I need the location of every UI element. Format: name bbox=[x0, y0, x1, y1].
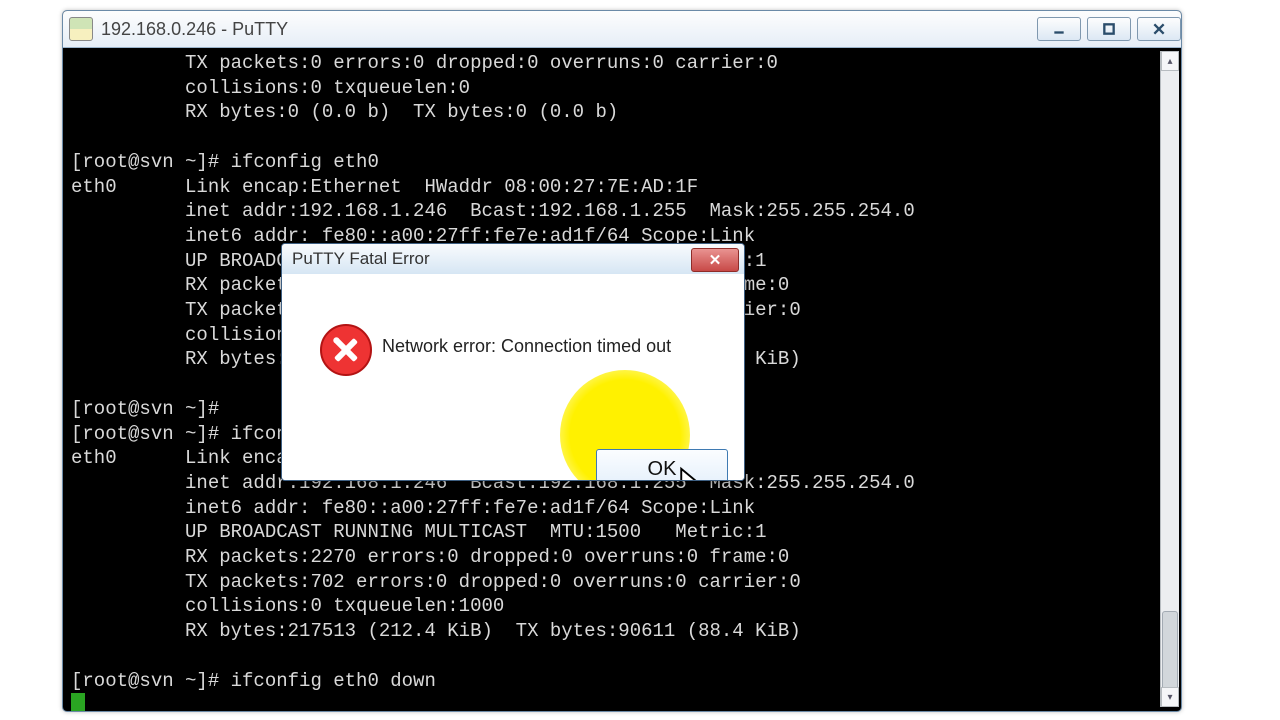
dialog-message: Network error: Connection timed out bbox=[382, 336, 671, 357]
scroll-up-arrow[interactable]: ▴ bbox=[1161, 51, 1179, 71]
close-button[interactable] bbox=[1137, 17, 1181, 41]
maximize-button[interactable] bbox=[1087, 17, 1131, 41]
fatal-error-dialog: PuTTY Fatal Error ✕ Network error: Conne… bbox=[281, 243, 745, 481]
minimize-button[interactable] bbox=[1037, 17, 1081, 41]
ok-button-label: OK bbox=[648, 458, 677, 481]
error-icon bbox=[320, 324, 372, 376]
putty-main-window: 192.168.0.246 - PuTTY TX packets:0 error… bbox=[62, 10, 1182, 712]
titlebar[interactable]: 192.168.0.246 - PuTTY bbox=[63, 11, 1182, 48]
scrollbar[interactable]: ▴ ▾ bbox=[1160, 51, 1179, 707]
putty-icon bbox=[69, 17, 93, 41]
window-title: 192.168.0.246 - PuTTY bbox=[101, 19, 288, 40]
terminal-cursor bbox=[71, 693, 85, 712]
dialog-titlebar[interactable]: PuTTY Fatal Error bbox=[282, 244, 744, 275]
dialog-close-button[interactable]: ✕ bbox=[691, 248, 739, 272]
scroll-down-arrow[interactable]: ▾ bbox=[1161, 687, 1179, 707]
ok-button[interactable]: OK bbox=[596, 449, 728, 481]
dialog-title: PuTTY Fatal Error bbox=[292, 249, 430, 269]
scroll-thumb[interactable] bbox=[1162, 611, 1178, 693]
